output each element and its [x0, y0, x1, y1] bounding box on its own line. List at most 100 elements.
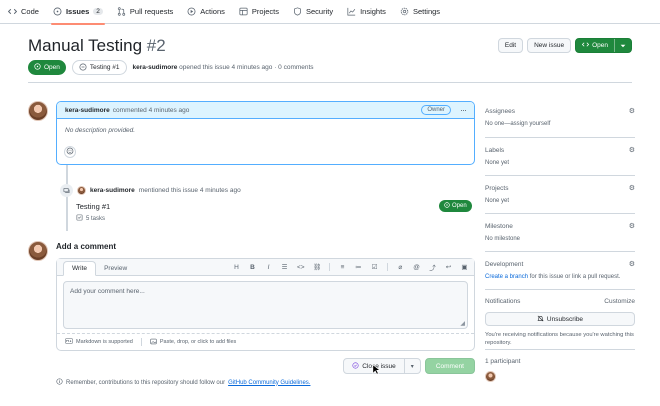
new-issue-button[interactable]: New issue: [527, 38, 572, 53]
tab-label: Insights: [360, 7, 386, 16]
comment-author-link[interactable]: kera-sudimore: [65, 107, 110, 114]
create-branch-link[interactable]: Create a branch: [485, 274, 528, 280]
tab-label: Pull requests: [129, 7, 174, 16]
quote-icon[interactable]: ☰: [281, 263, 288, 271]
edit-button[interactable]: Edit: [497, 38, 524, 53]
resize-handle-icon[interactable]: ◢: [460, 320, 465, 327]
gear-icon[interactable]: ⚙: [629, 146, 635, 154]
issue-open-icon: [34, 63, 41, 72]
sidebar-milestone: Milestone ⚙ No milestone: [485, 214, 635, 252]
code-icon: [581, 41, 590, 50]
checklist-icon: [76, 214, 83, 223]
sidebar-section-title[interactable]: Projects: [485, 185, 508, 192]
comment-textarea[interactable]: Add your comment here... ◢: [63, 281, 468, 329]
tab-write[interactable]: Write: [63, 261, 97, 276]
tab-settings[interactable]: Settings: [400, 0, 440, 24]
link-icon[interactable]: ⛓: [313, 263, 321, 271]
open-button[interactable]: Open: [575, 38, 632, 53]
tab-label: Actions: [200, 7, 225, 16]
unsubscribe-label: Unsubscribe: [546, 315, 584, 323]
customize-link[interactable]: Customize: [604, 298, 635, 305]
issue-meta-text: kera-sudimore opened this issue 4 minute…: [133, 64, 314, 71]
mention-icon[interactable]: @: [413, 264, 420, 271]
heading-icon[interactable]: H: [233, 264, 240, 271]
close-issue-button[interactable]: Close issue ▾: [343, 358, 421, 374]
italic-icon[interactable]: I: [265, 264, 272, 271]
saved-replies-icon[interactable]: ↩: [445, 263, 452, 271]
header-divider: [28, 82, 632, 83]
repo-nav: Code Issues 2 Pull requests Actions Proj…: [0, 0, 660, 25]
development-rest: for this issue or link a pull request.: [529, 274, 621, 280]
issue-tracks-icon: [79, 62, 87, 73]
tab-issues[interactable]: Issues 2: [50, 0, 105, 25]
tracked-in-badge[interactable]: Testing #1: [71, 60, 127, 75]
tab-security[interactable]: Security: [293, 0, 333, 24]
avatar[interactable]: [485, 371, 496, 382]
event-text: mentioned this issue 4 minutes ago: [138, 187, 241, 194]
add-reaction-button[interactable]: [64, 146, 76, 158]
issue-closed-icon: [352, 361, 359, 371]
gear-icon[interactable]: ⚙: [629, 222, 635, 230]
tab-label: Security: [305, 7, 334, 16]
comment-editor: Write Preview H B I ☰ <> ⛓ ≡ ≔ ☑ ⌀ @ ⤴ ↩…: [56, 258, 475, 351]
markdown-icon: [65, 338, 73, 346]
chevron-down-icon[interactable]: ▾: [405, 359, 420, 373]
markdown-note[interactable]: Markdown is supported: [65, 338, 142, 346]
gear-icon[interactable]: ⚙: [629, 184, 635, 192]
sidebar-section-title[interactable]: Milestone: [485, 223, 513, 230]
comment-body: No description provided.: [65, 127, 136, 134]
cross-reference-icon[interactable]: ⤴: [429, 262, 436, 272]
sidebar-assignees: Assignees ⚙ No one—assign yourself: [485, 100, 635, 138]
assignees-value[interactable]: No one—assign yourself: [485, 121, 635, 127]
tab-actions[interactable]: Actions: [187, 0, 225, 24]
guidelines-note: Remember, contributions to this reposito…: [56, 378, 310, 387]
tab-preview[interactable]: Preview: [96, 261, 135, 275]
avatar[interactable]: [28, 101, 48, 121]
comment-button[interactable]: Comment: [424, 358, 475, 374]
table-icon: [239, 7, 248, 16]
gear-icon[interactable]: ⚙: [629, 107, 635, 115]
tab-pull-requests[interactable]: Pull requests: [117, 0, 173, 24]
tab-insights[interactable]: Insights: [347, 0, 386, 24]
labels-value: None yet: [485, 160, 510, 166]
unsubscribe-button[interactable]: Unsubscribe: [485, 312, 635, 326]
tab-code[interactable]: Code: [8, 0, 39, 24]
mouse-pointer-icon: [372, 364, 381, 377]
issue-number: #2: [146, 36, 166, 55]
issue-author-link[interactable]: kera-sudimore: [133, 64, 178, 71]
tab-projects[interactable]: Projects: [239, 0, 279, 24]
issue-count-badge: 2: [93, 8, 103, 15]
chevron-down-icon[interactable]: [615, 43, 631, 49]
attach-icon[interactable]: ⌀: [397, 263, 404, 271]
sidebar-section-title[interactable]: Assignees: [485, 108, 515, 115]
bulleted-list-icon[interactable]: ≔: [355, 263, 362, 271]
avatar[interactable]: [77, 186, 86, 195]
fullscreen-icon[interactable]: ▣: [461, 263, 468, 271]
owner-badge: Owner: [421, 105, 451, 115]
bold-icon[interactable]: B: [249, 264, 256, 271]
open-button-label: Open: [592, 42, 608, 49]
sidebar-section-title[interactable]: Development: [485, 261, 523, 268]
guidelines-link[interactable]: GitHub Community Guidelines.: [228, 380, 310, 386]
info-icon: [56, 378, 63, 387]
sidebar-projects: Projects ⚙ None yet: [485, 176, 635, 214]
event-author-link[interactable]: kera-sudimore: [90, 187, 135, 194]
kebab-menu-icon[interactable]: ···: [460, 105, 467, 115]
graph-icon: [347, 7, 356, 16]
issue-meta: Open Testing #1 kera-sudimore opened thi…: [28, 60, 314, 75]
markdown-toolbar: H B I ☰ <> ⛓ ≡ ≔ ☑ ⌀ @ ⤴ ↩ ▣: [233, 262, 468, 272]
attach-files-note[interactable]: Paste, drop, or click to add files: [150, 338, 236, 347]
task-list-icon[interactable]: ☑: [371, 263, 378, 271]
gear-icon[interactable]: ⚙: [629, 260, 635, 268]
avatar[interactable]: [28, 241, 48, 261]
development-value: Create a branch for this issue or link a…: [485, 274, 635, 280]
referenced-issue-link[interactable]: Testing #1: [76, 202, 110, 211]
comment-time: commented 4 minutes ago: [112, 106, 190, 114]
sidebar-section-title[interactable]: Labels: [485, 147, 504, 154]
shield-icon: [293, 7, 302, 16]
tab-label: Settings: [412, 7, 441, 16]
code-icon[interactable]: <>: [297, 264, 305, 271]
numbered-list-icon[interactable]: ≡: [339, 264, 346, 271]
toolbar-divider: [387, 263, 388, 271]
comment-actions: Close issue ▾ Comment: [343, 358, 475, 374]
